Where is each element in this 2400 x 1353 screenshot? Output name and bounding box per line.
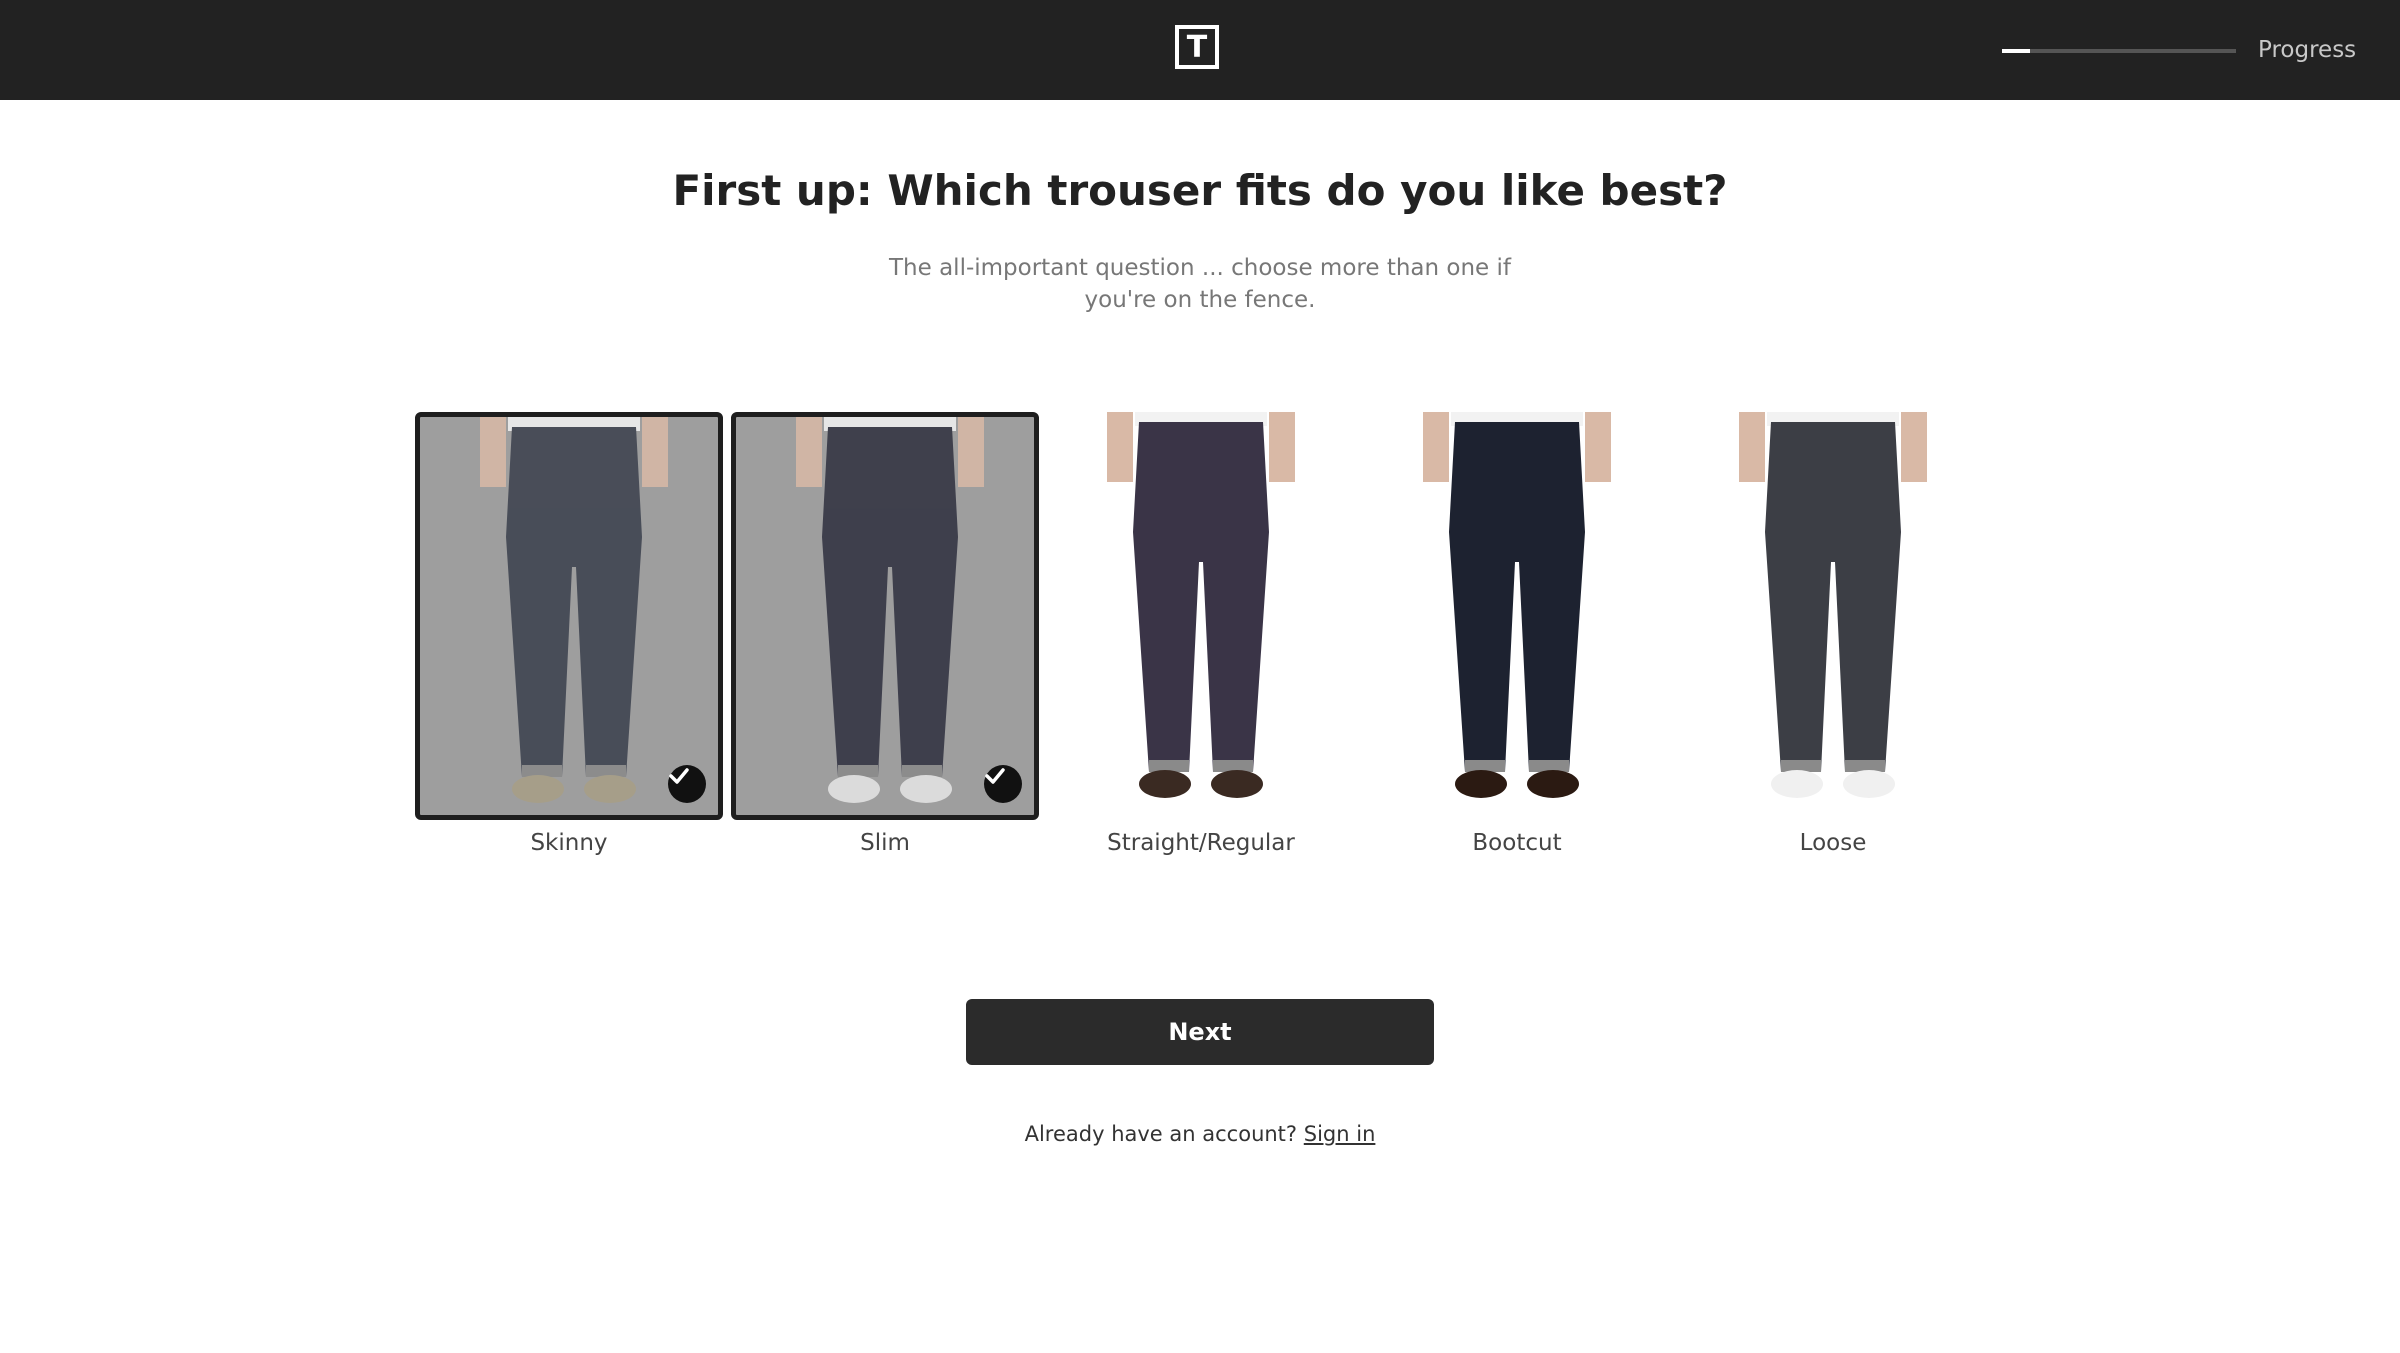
page-subtitle: The all-important question ... choose mo… xyxy=(889,255,1511,313)
fit-photo xyxy=(1363,412,1671,820)
fit-option-label: Slim xyxy=(860,830,910,856)
next-button[interactable]: Next xyxy=(966,999,1434,1065)
account-prompt-text: Already have an account? xyxy=(1024,1122,1298,1146)
fit-option-slim[interactable]: Slim xyxy=(731,412,1039,860)
fit-photo xyxy=(731,412,1039,820)
sign-in-link[interactable]: Sign in xyxy=(1304,1122,1376,1146)
checkmark-icon xyxy=(668,765,706,803)
fit-option-loose[interactable]: Loose xyxy=(1679,412,1987,860)
fit-option-label: Skinny xyxy=(530,830,608,856)
fit-option-straight-regular[interactable]: Straight/Regular xyxy=(1047,412,1355,860)
fit-photo xyxy=(1679,412,1987,820)
fit-option-label: Bootcut xyxy=(1472,830,1562,856)
fit-option-label: Loose xyxy=(1799,830,1867,856)
fit-option-bootcut[interactable]: Bootcut xyxy=(1363,412,1671,860)
account-prompt: Already have an account? Sign in xyxy=(0,1120,2400,1148)
fit-option-label: Straight/Regular xyxy=(1107,830,1295,856)
top-bar: T Progress xyxy=(0,0,2400,100)
progress-bar xyxy=(2002,49,2236,53)
logo[interactable]: T xyxy=(1175,25,1219,69)
fit-photo xyxy=(1047,412,1355,820)
checkmark-icon xyxy=(984,765,1022,803)
fit-option-skinny[interactable]: Skinny xyxy=(415,412,723,860)
progress-bar-fill xyxy=(2002,49,2031,53)
progress-label: Progress xyxy=(2258,37,2357,63)
fit-photo xyxy=(415,412,723,820)
page-title: First up: Which trouser fits do you like… xyxy=(672,166,1728,215)
